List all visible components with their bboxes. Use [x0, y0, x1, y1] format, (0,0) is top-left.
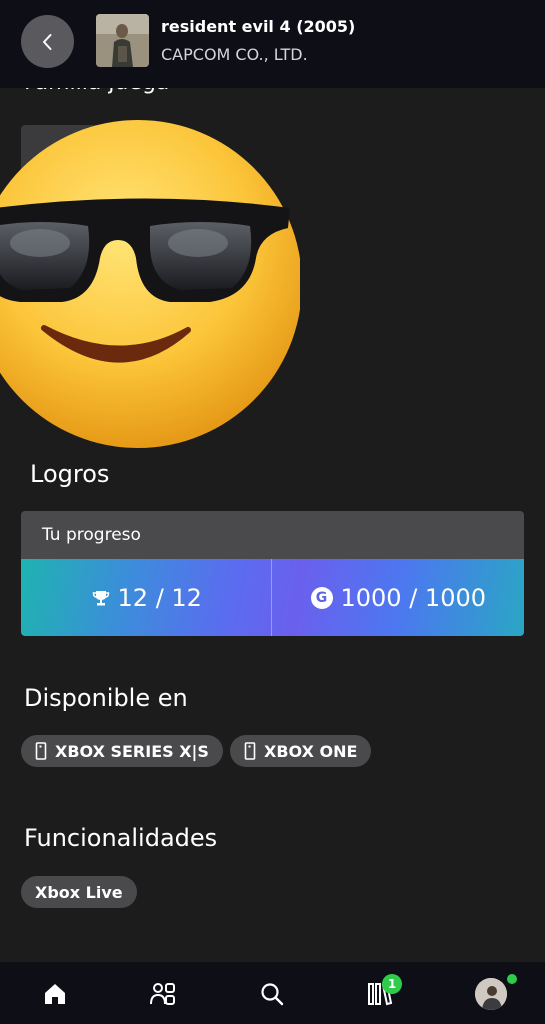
feature-chip-xbox-live[interactable]: Xbox Live	[21, 876, 137, 908]
nav-library[interactable]: 1	[358, 972, 402, 1016]
profile-avatar	[475, 978, 507, 1010]
trophy-icon	[92, 590, 109, 605]
online-status-dot	[507, 974, 517, 984]
library-notification-badge: 1	[382, 974, 402, 994]
platform-chip-one[interactable]: XBOX ONE	[230, 735, 372, 767]
achievements-heading: Logros	[30, 460, 110, 488]
top-header: resident evil 4 (2005) CAPCOM CO., LTD.	[0, 0, 545, 88]
platform-chip-series[interactable]: XBOX SERIES X|S	[21, 735, 223, 767]
nav-social[interactable]	[141, 972, 185, 1016]
search-icon	[261, 983, 284, 1006]
home-icon	[45, 984, 65, 1004]
game-cover-thumbnail	[96, 14, 149, 67]
achievements-count: 12 / 12	[21, 559, 273, 636]
progress-card-title: Tu progreso	[21, 511, 524, 559]
bottom-navigation: 1	[0, 962, 545, 1024]
game-details-page: Familia juega resident evil 4 (2005) CAP…	[0, 0, 545, 1024]
achievements-progress-card[interactable]: Tu progreso 12 / 12 G 1000 / 1000	[21, 511, 524, 636]
progress-stats: 12 / 12 G 1000 / 1000	[21, 559, 524, 636]
console-icon	[244, 742, 256, 760]
chevron-left-icon	[42, 33, 51, 50]
platform-label: XBOX SERIES X|S	[55, 741, 209, 761]
nav-home[interactable]	[33, 972, 77, 1016]
game-publisher: CAPCOM CO., LTD.	[161, 45, 308, 64]
platform-label: XBOX ONE	[264, 741, 358, 761]
feature-label: Xbox Live	[35, 882, 123, 902]
progress-divider	[271, 559, 272, 636]
achievements-value: 12 / 12	[117, 583, 202, 612]
gamerscore-count: G 1000 / 1000	[273, 559, 525, 636]
features-heading: Funcionalidades	[24, 824, 218, 852]
gamerscore-icon: G	[310, 586, 333, 609]
game-title: resident evil 4 (2005)	[161, 17, 356, 36]
available-on-heading: Disponible en	[24, 684, 188, 712]
sunglasses-emoji-sticker	[0, 120, 300, 448]
social-icon	[150, 983, 175, 1005]
gamerscore-value: 1000 / 1000	[340, 583, 487, 612]
nav-search[interactable]	[250, 972, 294, 1016]
back-button[interactable]	[21, 15, 74, 68]
console-icon	[35, 742, 47, 760]
